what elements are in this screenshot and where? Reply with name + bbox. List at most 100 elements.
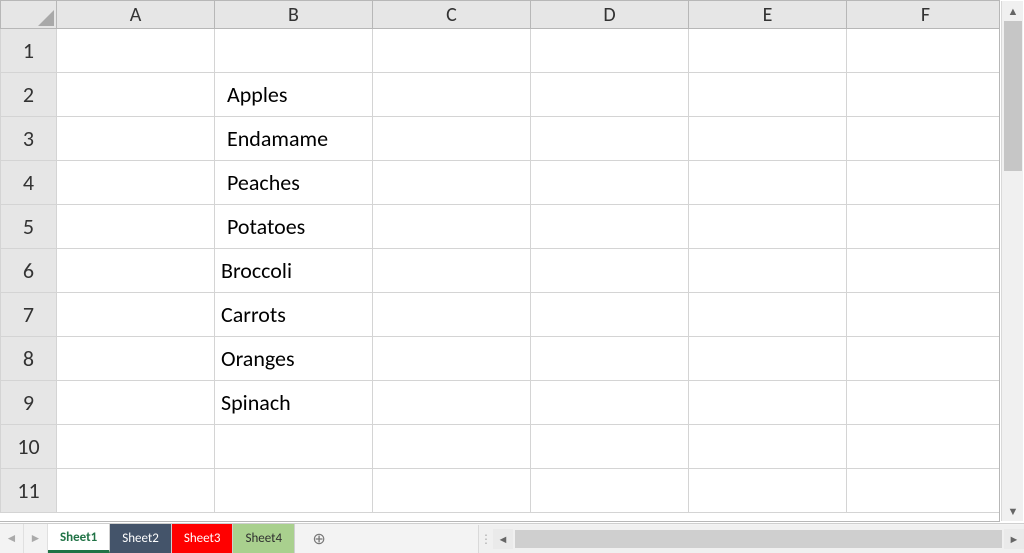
column-header-E[interactable]: E [689, 1, 847, 29]
row-header-2[interactable]: 2 [1, 73, 57, 117]
scroll-left-icon[interactable]: ◄ [493, 529, 513, 549]
cell-B8[interactable]: Oranges [215, 337, 373, 381]
cell-D8[interactable] [531, 337, 689, 381]
vertical-scroll-thumb[interactable] [1004, 21, 1022, 171]
row-header-9[interactable]: 9 [1, 381, 57, 425]
cell-E8[interactable] [689, 337, 847, 381]
cell-A3[interactable] [57, 117, 215, 161]
horizontal-scroll-thumb[interactable] [515, 530, 1002, 548]
vertical-scrollbar[interactable]: ▲ ▼ [1001, 1, 1023, 521]
cell-D6[interactable] [531, 249, 689, 293]
cell-F6[interactable] [847, 249, 1001, 293]
cell-D11[interactable] [531, 469, 689, 513]
cell-D4[interactable] [531, 161, 689, 205]
column-header-A[interactable]: A [57, 1, 215, 29]
row-header-11[interactable]: 11 [1, 469, 57, 513]
cell-D1[interactable] [531, 29, 689, 73]
cell-D3[interactable] [531, 117, 689, 161]
tab-nav-prev[interactable]: ◄ [0, 524, 24, 553]
cell-D10[interactable] [531, 425, 689, 469]
sheet-tab-2[interactable]: Sheet2 [110, 524, 172, 553]
cell-E9[interactable] [689, 381, 847, 425]
cell-E10[interactable] [689, 425, 847, 469]
column-header-B[interactable]: B [215, 1, 373, 29]
cell-D5[interactable] [531, 205, 689, 249]
sheet-tab-1[interactable]: Sheet1 [48, 524, 110, 553]
cell-C11[interactable] [373, 469, 531, 513]
cell-F5[interactable] [847, 205, 1001, 249]
cell-B9[interactable]: Spinach [215, 381, 373, 425]
cell-F9[interactable] [847, 381, 1001, 425]
cell-A7[interactable] [57, 293, 215, 337]
cell-C3[interactable] [373, 117, 531, 161]
row-header-4[interactable]: 4 [1, 161, 57, 205]
column-header-F[interactable]: F [847, 1, 1001, 29]
cell-F7[interactable] [847, 293, 1001, 337]
cell-C2[interactable] [373, 73, 531, 117]
cell-B6[interactable]: Broccoli [215, 249, 373, 293]
add-sheet-button[interactable]: ⊕ [295, 524, 343, 553]
cell-B3[interactable]: Endamame [215, 117, 373, 161]
cell-B11[interactable] [215, 469, 373, 513]
cell-E7[interactable] [689, 293, 847, 337]
cell-A10[interactable] [57, 425, 215, 469]
cell-A6[interactable] [57, 249, 215, 293]
cell-B4[interactable]: Peaches [215, 161, 373, 205]
cell-E6[interactable] [689, 249, 847, 293]
row-header-6[interactable]: 6 [1, 249, 57, 293]
horizontal-scrollbar[interactable]: ⋮ ◄ ► [478, 525, 1024, 553]
cell-C1[interactable] [373, 29, 531, 73]
select-all-corner[interactable] [1, 1, 57, 29]
cell-F11[interactable] [847, 469, 1001, 513]
cell-C7[interactable] [373, 293, 531, 337]
tab-nav-next[interactable]: ► [24, 524, 48, 553]
row-header-10[interactable]: 10 [1, 425, 57, 469]
sheet-tab-3[interactable]: Sheet3 [172, 524, 234, 553]
scroll-right-icon[interactable]: ► [1004, 529, 1024, 549]
cell-C9[interactable] [373, 381, 531, 425]
cell-B1[interactable] [215, 29, 373, 73]
row-header-3[interactable]: 3 [1, 117, 57, 161]
cell-A5[interactable] [57, 205, 215, 249]
cell-F10[interactable] [847, 425, 1001, 469]
cell-B7[interactable]: Carrots [215, 293, 373, 337]
cell-B10[interactable] [215, 425, 373, 469]
cell-A11[interactable] [57, 469, 215, 513]
scroll-up-icon[interactable]: ▲ [1002, 1, 1024, 21]
scroll-down-icon[interactable]: ▼ [1002, 501, 1024, 521]
cell-C8[interactable] [373, 337, 531, 381]
cell-F4[interactable] [847, 161, 1001, 205]
cell-E4[interactable] [689, 161, 847, 205]
cell-F2[interactable] [847, 73, 1001, 117]
cell-C4[interactable] [373, 161, 531, 205]
cell-D9[interactable] [531, 381, 689, 425]
cell-D2[interactable] [531, 73, 689, 117]
row-header-7[interactable]: 7 [1, 293, 57, 337]
vertical-scroll-track[interactable] [1002, 21, 1024, 501]
cell-C5[interactable] [373, 205, 531, 249]
cell-B5[interactable]: Potatoes [215, 205, 373, 249]
cell-E1[interactable] [689, 29, 847, 73]
cell-A8[interactable] [57, 337, 215, 381]
cell-E5[interactable] [689, 205, 847, 249]
cell-B2[interactable]: Apples [215, 73, 373, 117]
sheet-tab-4[interactable]: Sheet4 [233, 524, 295, 553]
cell-A4[interactable] [57, 161, 215, 205]
tabbar-splitter-icon[interactable]: ⋮ [479, 532, 493, 547]
cell-E2[interactable] [689, 73, 847, 117]
column-header-D[interactable]: D [531, 1, 689, 29]
cell-A9[interactable] [57, 381, 215, 425]
spreadsheet-grid[interactable]: A B C D E F 1 2 Apples 3 [0, 0, 1000, 522]
cell-E11[interactable] [689, 469, 847, 513]
column-header-C[interactable]: C [373, 1, 531, 29]
horizontal-scroll-track[interactable] [515, 530, 1002, 548]
cell-F1[interactable] [847, 29, 1001, 73]
cell-A2[interactable] [57, 73, 215, 117]
row-header-8[interactable]: 8 [1, 337, 57, 381]
cell-E3[interactable] [689, 117, 847, 161]
cell-A1[interactable] [57, 29, 215, 73]
cell-C10[interactable] [373, 425, 531, 469]
cell-F8[interactable] [847, 337, 1001, 381]
cell-C6[interactable] [373, 249, 531, 293]
cell-D7[interactable] [531, 293, 689, 337]
